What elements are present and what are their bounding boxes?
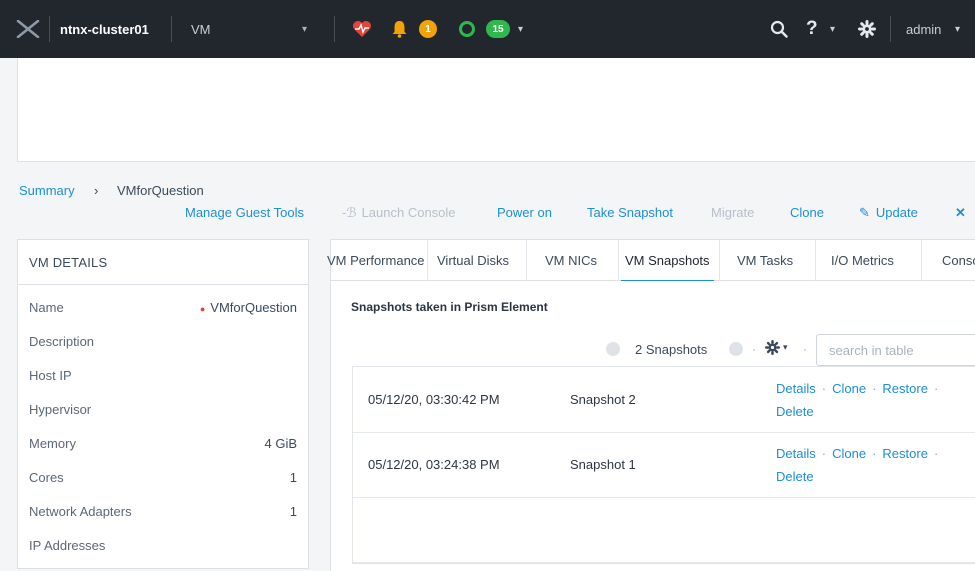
snapshot-name: Snapshot 2 [570, 392, 636, 407]
alerts-bell-icon[interactable] [391, 0, 408, 58]
tab-io-metrics[interactable]: I/O Metrics [831, 240, 894, 281]
snapshot-name: Snapshot 1 [570, 457, 636, 472]
delete-link[interactable]: Delete [776, 469, 814, 484]
detail-row-network-adapters: Network Adapters 1 [29, 501, 297, 521]
health-heart-icon[interactable] [352, 0, 372, 58]
detail-row-name: Name ● VMforQuestion [29, 297, 297, 317]
detail-row-hypervisor: Hypervisor [29, 399, 297, 419]
table-settings-gear-icon[interactable]: ▾ [765, 340, 788, 355]
take-snapshot-button[interactable]: Take Snapshot [587, 205, 673, 220]
next-page-icon[interactable] [729, 342, 743, 356]
tasks-chevron-down-icon[interactable]: ▾ [518, 0, 523, 58]
detail-label: IP Addresses [29, 537, 106, 553]
cluster-name[interactable]: ntnx-cluster01 [60, 0, 149, 58]
breadcrumb-current: VMforQuestion [117, 183, 204, 198]
snapshot-time: 05/12/20, 03:24:38 PM [368, 457, 500, 472]
user-menu[interactable]: admin [906, 0, 941, 58]
detail-row-memory: Memory 4 GiB [29, 433, 297, 453]
view-selector-label: VM [191, 21, 211, 37]
previous-page-icon[interactable] [606, 342, 620, 356]
tab-vm-performance[interactable]: VM Performance [327, 240, 425, 281]
clone-link[interactable]: Clone [832, 446, 866, 461]
console-icon: -ℬ [342, 205, 357, 220]
clone-link[interactable]: Clone [832, 381, 866, 396]
detail-label: Description [29, 333, 95, 349]
tab-vm-snapshots[interactable]: VM Snapshots [621, 240, 714, 282]
power-state-dot-icon: ● [199, 303, 206, 314]
clone-button[interactable]: Clone [790, 205, 824, 220]
vm-tabs: VM Performance Virtual Disks VM NICs VM … [327, 239, 975, 282]
details-link[interactable]: Details [776, 446, 816, 461]
snapshot-count: 2 Snapshots [635, 342, 708, 357]
vm-details-title: VM DETAILS [18, 240, 308, 285]
detail-label: Host IP [29, 367, 72, 383]
tab-vm-nics[interactable]: VM NICs [545, 240, 597, 281]
search-input[interactable] [816, 334, 975, 366]
table-row: 05/12/20, 03:24:38 PM Snapshot 1 Details… [353, 432, 975, 498]
tasks-circle-icon[interactable] [458, 0, 476, 58]
tab-vm-tasks[interactable]: VM Tasks [737, 240, 793, 281]
power-on-button[interactable]: Power on [497, 205, 552, 220]
launch-console-button[interactable]: -ℬ Launch Console [342, 205, 456, 221]
nutanix-logo-icon[interactable] [16, 0, 40, 58]
top-navigation-bar: ntnx-cluster01 VM ▾ 1 15 ▾ ? ▾ admin ▾ [0, 0, 975, 58]
alerts-count-badge[interactable]: 1 [419, 20, 437, 38]
restore-link[interactable]: Restore [882, 446, 928, 461]
delete-x-icon[interactable]: ✕ [955, 205, 966, 221]
update-label: Update [875, 205, 918, 220]
breadcrumb-summary-link[interactable]: Summary [19, 183, 75, 198]
gear-icon[interactable] [858, 0, 876, 58]
detail-row-ip-addresses: IP Addresses [29, 535, 297, 555]
detail-value: 4 GiB [264, 435, 297, 451]
breadcrumb-separator-icon: › [94, 183, 99, 198]
detail-label: Hypervisor [29, 401, 92, 417]
tab-console[interactable]: Console [942, 240, 975, 281]
detail-label: Name [29, 299, 64, 315]
separator-dot: · [752, 342, 756, 356]
detail-label: Network Adapters [29, 503, 132, 519]
tasks-count-badge[interactable]: 15 [486, 20, 510, 38]
update-button[interactable]: ✎ Update [859, 205, 918, 221]
detail-value: 1 [289, 469, 297, 485]
migrate-button[interactable]: Migrate [711, 205, 754, 220]
snapshot-time: 05/12/20, 03:30:42 PM [368, 392, 500, 407]
pencil-icon: ✎ [859, 205, 870, 220]
search-icon[interactable] [770, 0, 788, 58]
tab-virtual-disks[interactable]: Virtual Disks [437, 240, 509, 281]
help-question-icon[interactable]: ? [806, 0, 818, 58]
empty-table-row [353, 497, 975, 563]
details-link[interactable]: Details [776, 381, 816, 396]
snapshots-section-title: Snapshots taken in Prism Element [351, 300, 548, 314]
detail-row-cores: Cores 1 [29, 467, 297, 487]
separator-dot: · [803, 342, 807, 356]
launch-console-label: Launch Console [361, 205, 456, 220]
detail-value: 1 [289, 503, 297, 519]
user-chevron-down-icon[interactable]: ▾ [955, 0, 960, 58]
manage-guest-tools-button[interactable]: Manage Guest Tools [185, 205, 304, 220]
table-row: 05/12/20, 03:30:42 PM Snapshot 2 Details… [353, 367, 975, 433]
view-selector[interactable]: VM [191, 0, 211, 58]
detail-value: VMforQuestion [210, 299, 297, 315]
detail-label: Cores [29, 469, 64, 485]
detail-row-host-ip: Host IP [29, 365, 297, 385]
detail-label: Memory [29, 435, 76, 451]
restore-link[interactable]: Restore [882, 381, 928, 396]
vm-details-panel: VM DETAILS Name ● VMforQuestion Descripti… [17, 239, 309, 569]
detail-row-description: Description [29, 331, 297, 351]
view-chevron-down-icon[interactable]: ▾ [302, 0, 307, 58]
delete-link[interactable]: Delete [776, 404, 814, 419]
summary-chart-panel [17, 58, 975, 162]
snapshots-table: 05/12/20, 03:30:42 PM Snapshot 2 Details… [352, 366, 975, 564]
help-chevron-down-icon[interactable]: ▾ [830, 0, 835, 58]
